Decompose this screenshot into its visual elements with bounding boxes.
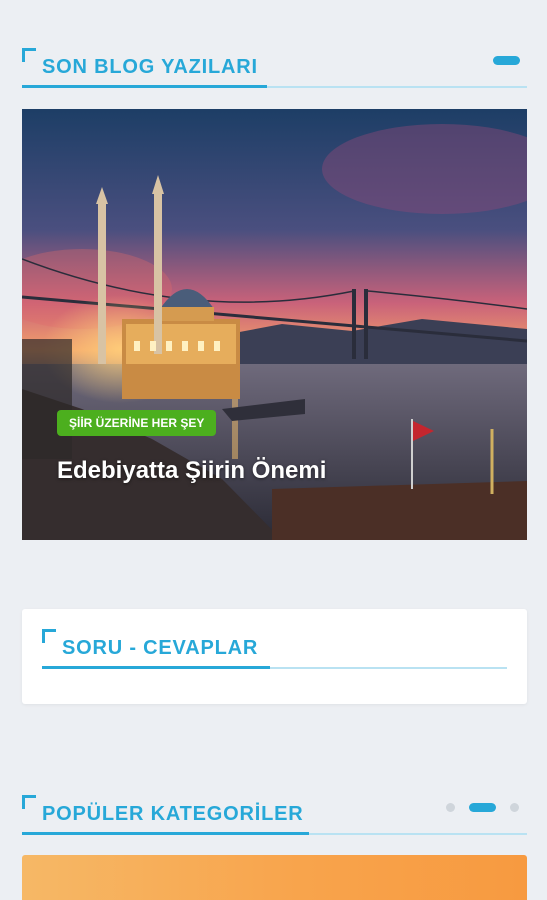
carousel-dot[interactable] (446, 803, 455, 812)
blog-section-header: SON BLOG YAZILARI (22, 48, 527, 88)
qa-section-title: SORU - CEVAPLAR (62, 637, 259, 659)
categories-section-title: POPÜLER KATEGORİLER (42, 803, 304, 825)
qa-card: SORU - CEVAPLAR (22, 609, 527, 704)
categories-section-header: POPÜLER KATEGORİLER (22, 795, 527, 835)
corner-bracket-icon (22, 795, 36, 809)
section-title-underline (22, 85, 267, 88)
carousel-indicator-active[interactable] (493, 56, 520, 65)
blog-section-title: SON BLOG YAZILARI (42, 56, 258, 78)
carousel-indicator-active[interactable] (469, 803, 496, 812)
qa-section-header: SORU - CEVAPLAR (42, 629, 507, 669)
corner-bracket-icon (22, 48, 36, 62)
carousel-dot[interactable] (510, 803, 519, 812)
category-card-image[interactable] (22, 855, 527, 900)
post-category-badge[interactable]: ŞİİR ÜZERİNE HER ŞEY (57, 410, 217, 436)
corner-bracket-icon (42, 629, 56, 643)
section-title-underline (42, 666, 270, 669)
post-title[interactable]: Edebiyatta Şiirin Önemi (57, 457, 326, 485)
section-title-underline (22, 832, 309, 835)
featured-post-card[interactable]: ŞİİR ÜZERİNE HER ŞEY Edebiyatta Şiirin Ö… (22, 109, 527, 540)
